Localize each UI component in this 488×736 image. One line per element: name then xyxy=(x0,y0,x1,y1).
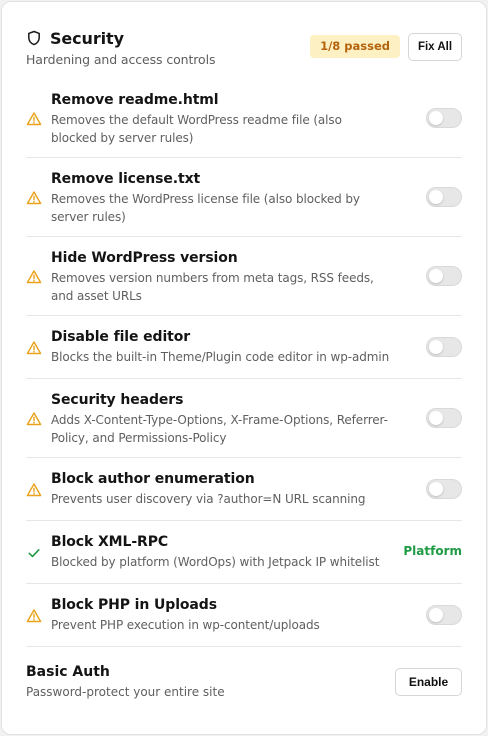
check-description: Adds X-Content-Type-Options, X-Frame-Opt… xyxy=(51,413,388,445)
security-card: Security Hardening and access controls 1… xyxy=(1,1,487,735)
warning-icon xyxy=(26,111,42,127)
toggle-block-author-enumeration[interactable] xyxy=(426,479,462,499)
section-header: Security Hardening and access controls 1… xyxy=(26,27,462,69)
security-check-list: Remove readme.html Removes the default Wo… xyxy=(26,79,462,647)
warning-icon xyxy=(26,411,42,427)
toggle-knob xyxy=(429,190,443,204)
check-label: Disable file editor xyxy=(51,329,191,345)
check-row-block-author-enumeration: Block author enumeration Prevents user di… xyxy=(26,458,462,521)
warning-icon xyxy=(26,269,42,285)
check-label: Remove readme.html xyxy=(51,92,219,108)
toggle-knob xyxy=(429,608,443,622)
toggle-security-headers[interactable] xyxy=(426,408,462,428)
toggle-knob xyxy=(429,111,443,125)
basic-auth-description: Password-protect your entire site xyxy=(26,685,225,699)
check-label: Block PHP in Uploads xyxy=(51,597,217,613)
toggle-knob xyxy=(429,482,443,496)
basic-auth-row: Basic Auth Password-protect your entire … xyxy=(26,662,462,706)
check-row-hide-wp-version: Hide WordPress version Removes version nu… xyxy=(26,237,462,316)
toggle-block-php-uploads[interactable] xyxy=(426,605,462,625)
check-description: Removes version numbers from meta tags, … xyxy=(51,271,374,303)
enable-basic-auth-button[interactable]: Enable xyxy=(395,668,462,696)
check-row-security-headers: Security headers Adds X-Content-Type-Opti… xyxy=(26,379,462,458)
toggle-remove-license[interactable] xyxy=(426,187,462,207)
basic-auth-label: Basic Auth xyxy=(26,664,110,680)
check-description: Removes the default WordPress readme fil… xyxy=(51,113,342,145)
shield-icon xyxy=(26,30,42,46)
check-label: Block author enumeration xyxy=(51,471,255,487)
check-label: Security headers xyxy=(51,392,184,408)
warning-icon xyxy=(26,190,42,206)
toggle-remove-readme[interactable] xyxy=(426,108,462,128)
toggle-knob xyxy=(429,269,443,283)
check-description: Blocks the built-in Theme/Plugin code ed… xyxy=(51,350,390,364)
section-title: Security xyxy=(50,28,124,48)
warning-icon xyxy=(26,340,42,356)
check-label: Remove license.txt xyxy=(51,171,201,187)
warning-icon xyxy=(26,608,42,624)
check-row-block-xmlrpc: Block XML-RPC Blocked by platform (WordOp… xyxy=(26,521,462,584)
check-description: Prevent PHP execution in wp-content/uplo… xyxy=(51,618,320,632)
check-row-remove-readme: Remove readme.html Removes the default Wo… xyxy=(26,79,462,158)
check-row-block-php-uploads: Block PHP in Uploads Prevent PHP executio… xyxy=(26,584,462,647)
warning-icon xyxy=(26,482,42,498)
check-description: Prevents user discovery via ?author=N UR… xyxy=(51,492,366,506)
platform-status-label: Platform xyxy=(403,544,462,558)
check-label: Block XML-RPC xyxy=(51,534,169,550)
check-description: Removes the WordPress license file (also… xyxy=(51,192,360,224)
check-description: Blocked by platform (WordOps) with Jetpa… xyxy=(51,555,380,569)
toggle-knob xyxy=(429,340,443,354)
check-icon xyxy=(26,545,42,561)
check-label: Hide WordPress version xyxy=(51,250,238,266)
toggle-hide-wp-version[interactable] xyxy=(426,266,462,286)
toggle-disable-file-editor[interactable] xyxy=(426,337,462,357)
toggle-knob xyxy=(429,411,443,425)
fix-all-button[interactable]: Fix All xyxy=(408,33,462,61)
check-row-remove-license: Remove license.txt Removes the WordPress … xyxy=(26,158,462,237)
passed-count-badge: 1/8 passed xyxy=(310,35,400,58)
check-row-disable-file-editor: Disable file editor Blocks the built-in T… xyxy=(26,316,462,379)
